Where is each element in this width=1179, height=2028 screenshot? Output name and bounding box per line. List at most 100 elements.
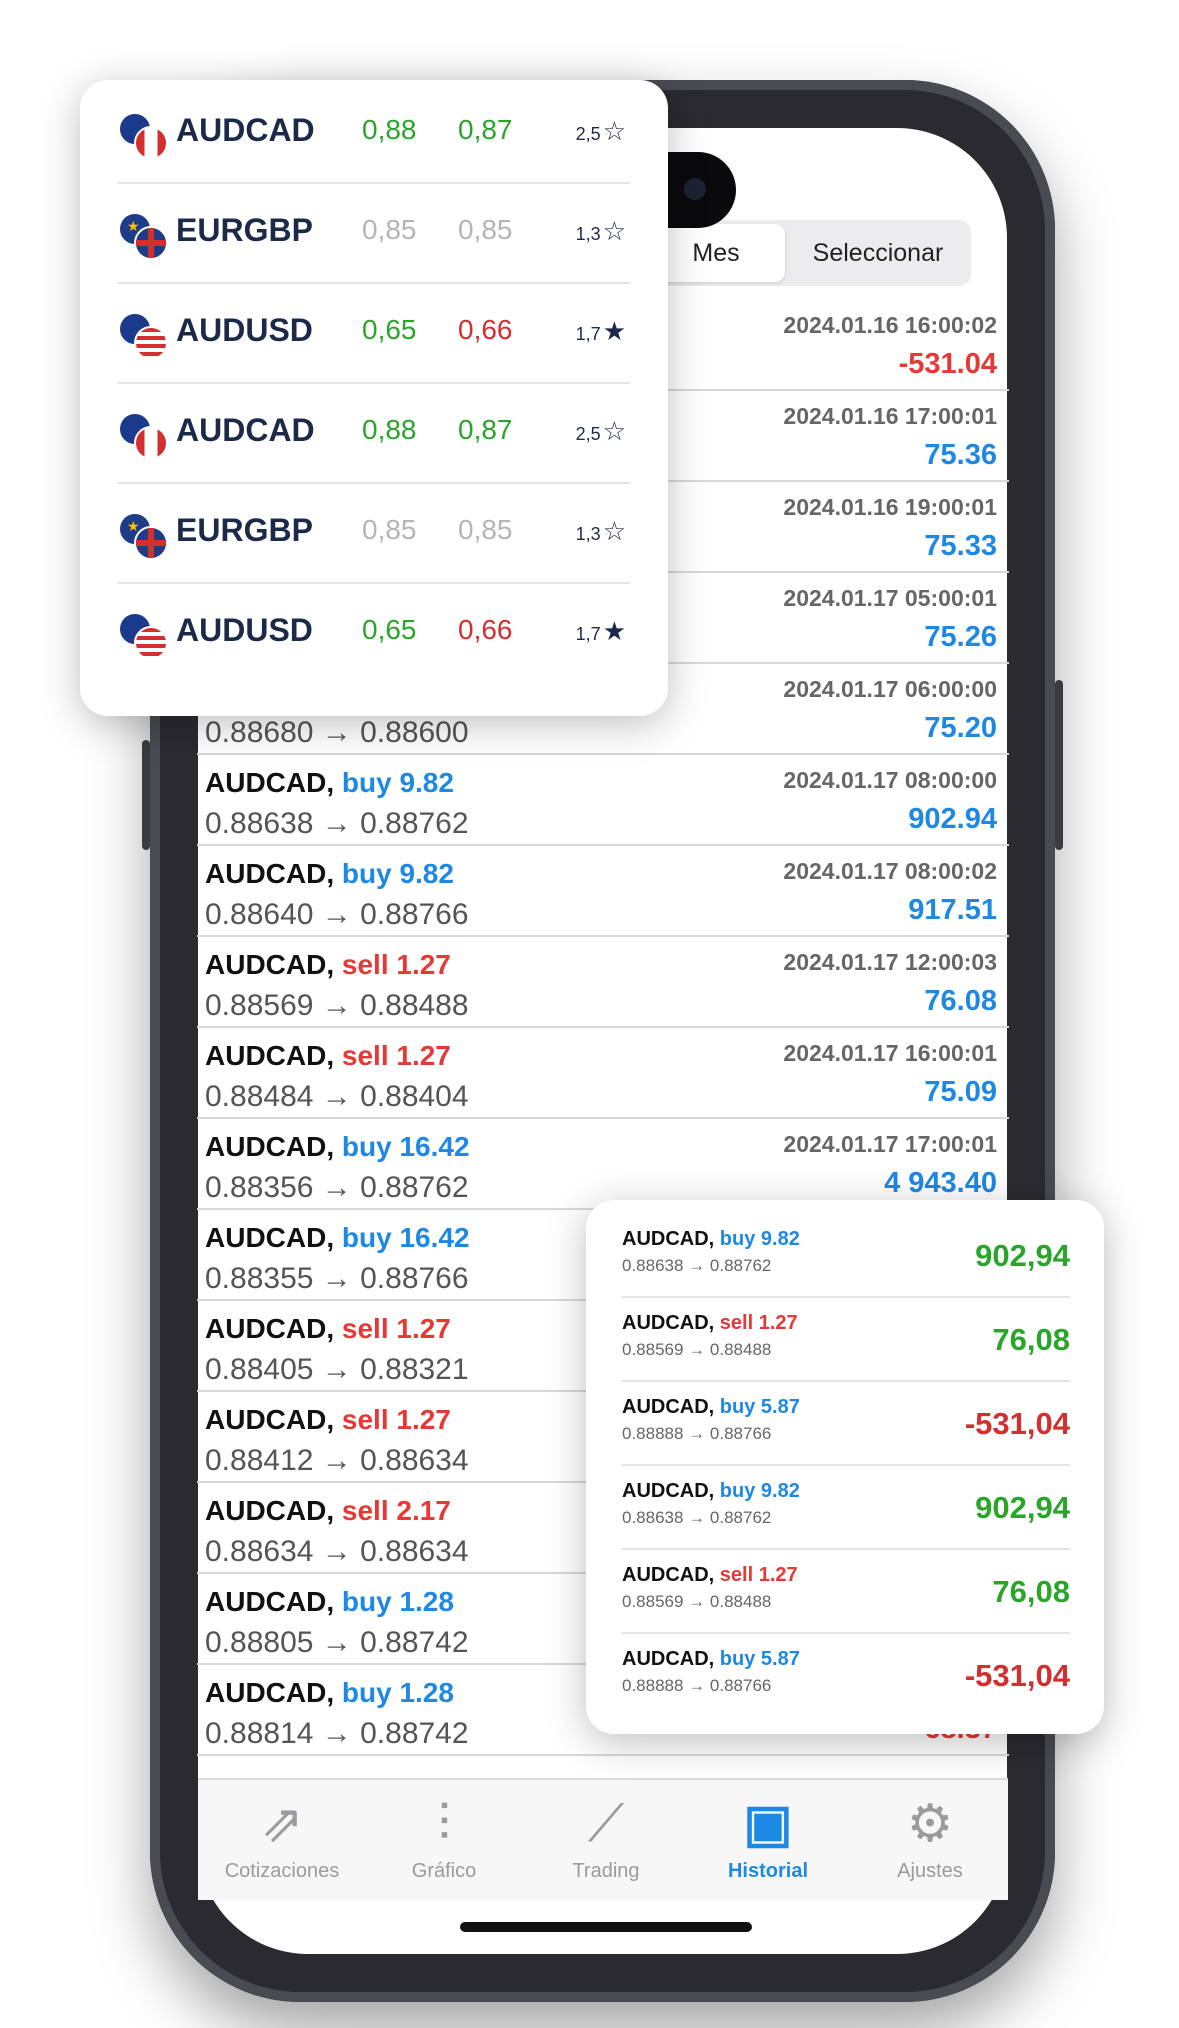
quote-row[interactable]: EURGBP 0,85 0,85 1,3☆ [118,184,630,284]
trade-row[interactable]: AUDCAD, sell 1.27 0.88569 → 0.88488 76,08 [622,1298,1070,1382]
trade-symbol: AUDCAD, [205,1495,342,1526]
quote-spread: 1,3☆ [576,516,626,547]
trade-side: buy 9.82 [719,1228,800,1250]
quote-row[interactable]: AUDCAD 0,88 0,87 2,5☆ [118,384,630,484]
trade-symbol: AUDCAD, [205,1131,342,1162]
trade-profit: 75.20 [924,712,997,744]
ca-flag-icon [134,126,168,160]
trade-profit: 917.51 [908,894,997,926]
quote-symbol: AUDCAD [176,412,315,448]
trade-symbol: AUDCAD, [205,1586,342,1617]
segment-select[interactable]: Seleccionar [785,224,971,282]
tab-trading[interactable]: ⟋ Trading [526,1794,686,1883]
star-outline-icon[interactable]: ☆ [603,216,626,246]
trade-side: buy 1.28 [341,1677,454,1708]
trade-row[interactable]: AUDCAD, buy 9.82 0.88638 → 0.88762 902,94 [622,1214,1070,1298]
trade-side: sell 2.17 [341,1495,451,1526]
trade-title: AUDCAD, buy 16.42 [205,1222,470,1254]
trade-side: buy 9.82 [341,767,454,798]
trade-title: AUDCAD, buy 9.82 [622,1480,800,1503]
trade-profit: 4 943.40 [884,1167,997,1199]
trade-prices: 0.88356 → 0.88762 [205,1171,469,1204]
trade-side: buy 16.42 [341,1131,470,1162]
trade-row[interactable]: AUDCAD, buy 5.87 0.88888 → 0.88766 -531,04 [622,1634,1070,1718]
trade-side: sell 1.27 [341,1040,451,1071]
trade-time: 2024.01.17 08:00:02 [783,858,997,884]
tab-historial[interactable]: ▣ Historial [688,1794,848,1883]
spread-value: 1,7 [575,324,601,344]
trade-side: sell 1.27 [719,1312,798,1334]
trade-title: AUDCAD, buy 1.28 [205,1586,454,1618]
quote-ask: 0,85 [458,214,513,245]
quote-row[interactable]: EURGBP 0,85 0,85 1,3☆ [118,484,630,584]
quote-bid: 0,65 [362,314,417,345]
trade-profit: 902,94 [975,1490,1070,1525]
trade-title: AUDCAD, buy 9.82 [205,767,454,799]
spread-value: 2,5 [575,424,601,444]
quote-row[interactable]: AUDUSD 0,65 0,66 1,7★ [118,284,630,384]
spread-value: 1,3 [575,524,601,544]
spread-value: 1,7 [575,624,601,644]
trade-title: AUDCAD, sell 2.17 [205,1495,451,1527]
trade-row[interactable]: AUDCAD, buy 5.87 0.88888 → 0.88766 -531,04 [622,1382,1070,1466]
currency-flags-icon [118,612,168,660]
trade-symbol: AUDCAD, [205,1677,342,1708]
trade-prices: 0.88640 → 0.88766 [205,898,469,931]
trade-time: 2024.01.16 19:00:01 [783,494,997,520]
trade-profit: 75.26 [924,621,997,653]
star-filled-icon[interactable]: ★ [603,616,626,646]
trade-profit: 75.36 [924,439,997,471]
trade-prices: 0.88814 → 0.88742 [205,1717,469,1750]
quote-row[interactable]: AUDCAD 0,88 0,87 2,5☆ [118,84,630,184]
quote-bid: 0,65 [362,614,417,645]
volume-down-button [142,740,150,850]
tab-label: Cotizaciones [224,1860,340,1882]
trade-profit: 76,08 [992,1322,1070,1357]
currency-flags-icon [118,212,168,260]
quote-bid: 0,88 [362,414,417,445]
star-filled-icon[interactable]: ★ [603,316,626,346]
star-outline-icon[interactable]: ☆ [603,116,626,146]
star-outline-icon[interactable]: ☆ [603,416,626,446]
trades-card: AUDCAD, buy 9.82 0.88638 → 0.88762 902,94 A… [586,1200,1104,1734]
tab-gráfico[interactable]: ⫶ Gráfico [364,1794,524,1883]
trade-symbol: AUDCAD, [622,1564,720,1586]
trade-time: 2024.01.16 16:00:02 [783,312,997,338]
trade-profit: 902.94 [908,803,997,835]
trade-side: buy 1.28 [341,1586,454,1617]
trade-side: sell 1.27 [341,1404,451,1435]
quote-spread: 2,5☆ [576,116,626,147]
trade-symbol: AUDCAD, [622,1648,720,1670]
trade-row[interactable]: AUDCAD, buy 9.82 0.88638 → 0.88762 902,94 [622,1466,1070,1550]
trade-symbol: AUDCAD, [205,1040,342,1071]
quote-symbol: EURGBP [176,512,313,548]
trade-title: AUDCAD, buy 9.82 [622,1228,800,1251]
trade-symbol: AUDCAD, [622,1480,720,1502]
quote-ask: 0,85 [458,514,513,545]
trade-prices: 0.88405 → 0.88321 [205,1353,469,1386]
trade-prices: 0.88805 → 0.88742 [205,1626,469,1659]
tab-ajustes[interactable]: ⚙ Ajustes [850,1794,1010,1883]
trade-prices: 0.88569 → 0.88488 [205,989,469,1022]
history-row[interactable]: AUDCAD, buy 9.82 0.88640 → 0.88766 2024.01… [197,846,1009,937]
trade-profit: 75.33 [924,530,997,562]
trade-row[interactable]: AUDCAD, sell 1.27 0.88569 → 0.88488 76,08 [622,1550,1070,1634]
gb-flag-icon [134,526,168,560]
ca-flag-icon [134,426,168,460]
trade-prices: 0.88888 → 0.88766 [622,1424,772,1443]
tab-cotizaciones[interactable]: ⇗ Cotizaciones [202,1794,362,1883]
period-segmented-control: Mes Seleccionar [643,220,971,286]
trade-prices: 0.88638 → 0.88762 [622,1256,772,1275]
history-row[interactable]: AUDCAD, sell 1.27 0.88569 → 0.88488 2024.0… [197,937,1009,1028]
trade-side: buy 5.87 [719,1396,800,1418]
star-outline-icon[interactable]: ☆ [603,516,626,546]
quotes-card: AUDCAD0,880,872,5☆EURGBP0,850,851,3☆AUDU… [80,80,668,716]
history-row[interactable]: AUDCAD, sell 1.27 0.88484 → 0.88404 2024.0… [197,1028,1009,1119]
quote-row[interactable]: AUDUSD 0,65 0,66 1,7★ [118,584,630,684]
trade-title: AUDCAD, sell 1.27 [622,1564,798,1587]
history-row[interactable]: AUDCAD, buy 16.42 0.88356 → 0.88762 2024.0… [197,1119,1009,1210]
quote-spread: 1,3☆ [576,216,626,247]
history-row[interactable]: AUDCAD, buy 9.82 0.88638 → 0.88762 2024.01… [197,755,1009,846]
trade-symbol: AUDCAD, [205,1222,342,1253]
trade-symbol: AUDCAD, [622,1396,720,1418]
